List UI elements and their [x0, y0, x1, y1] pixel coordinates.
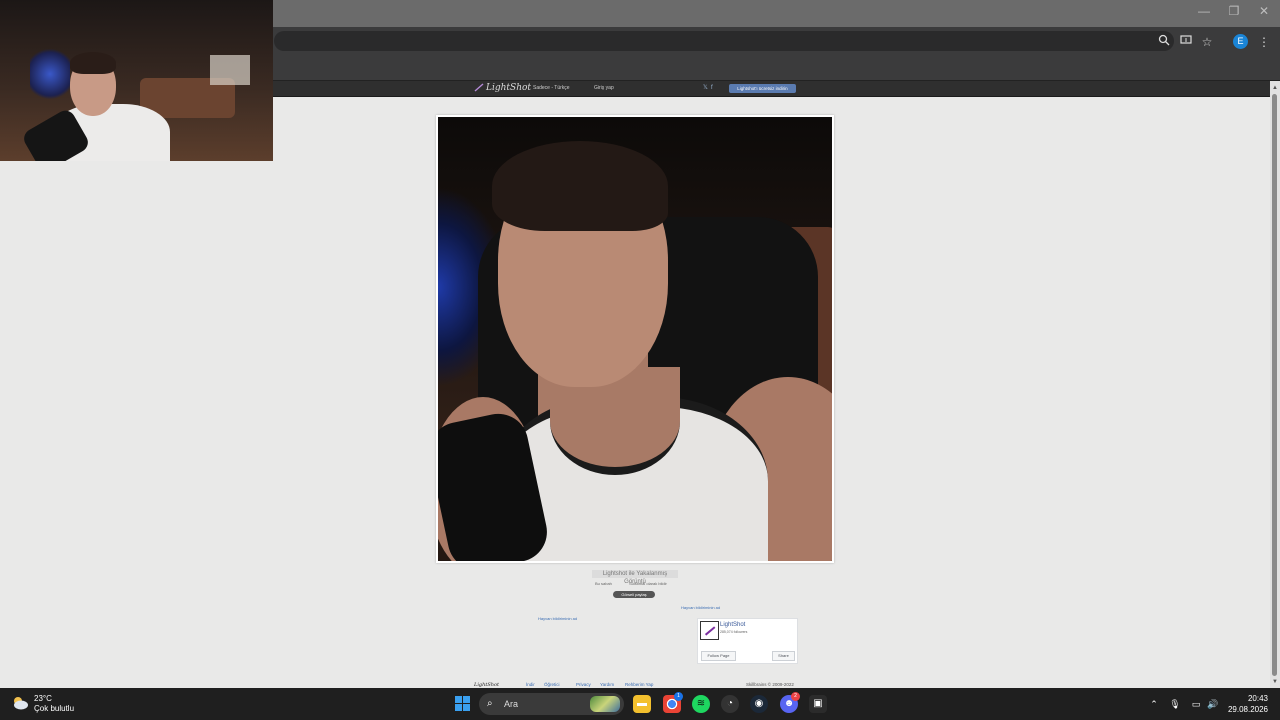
login-link[interactable]: Giriş yap: [594, 84, 614, 92]
lightshot-logo-text: LightShot: [486, 83, 532, 93]
clock-date[interactable]: 29.08.2026: [1224, 705, 1268, 715]
cloudy-weather-icon[interactable]: [11, 696, 29, 710]
feather-icon: [474, 83, 484, 92]
scroll-up-icon[interactable]: ▲: [1271, 84, 1279, 92]
twitter-icon[interactable]: 𝕏: [703, 84, 708, 92]
scroll-down-icon[interactable]: ▼: [1271, 678, 1279, 686]
lightshot-fb-logo-icon[interactable]: [700, 621, 719, 640]
discord-badge: 2: [791, 692, 800, 701]
weather-description[interactable]: Çok bulutlu: [34, 704, 74, 714]
screenshot-image[interactable]: [438, 117, 832, 561]
windows-start-icon[interactable]: [455, 696, 471, 712]
lightshot-logo[interactable]: LightShot: [474, 82, 531, 95]
restore-button[interactable]: ❐: [1220, 4, 1248, 18]
fb-share-button[interactable]: Share: [772, 651, 795, 661]
menu-icon[interactable]: ⋮: [1256, 34, 1272, 50]
fb-follow-button[interactable]: Follow Page: [701, 651, 736, 661]
profile-avatar[interactable]: E: [1233, 34, 1248, 49]
steam-icon[interactable]: ◉: [750, 695, 768, 713]
ad-link-left[interactable]: Hayvan bildiriminin ad: [538, 616, 577, 622]
microphone-icon[interactable]: 🎙: [1169, 698, 1181, 710]
app-icon[interactable]: ▣: [809, 695, 827, 713]
install-app-icon[interactable]: [1178, 34, 1194, 50]
screenshot-date: Bu sabah: [595, 581, 612, 586]
close-window-button[interactable]: ✕: [1250, 4, 1278, 18]
bookmark-star-icon[interactable]: ☆: [1199, 34, 1215, 50]
language-selector[interactable]: Sadece - Türkçe: [533, 84, 570, 92]
webcam-overlay: [0, 0, 273, 161]
screenshot-caption: Lightshot ile Yakalanmış Görüntü: [592, 570, 678, 585]
address-bar[interactable]: [274, 31, 1174, 51]
weather-temperature[interactable]: 23°C: [34, 694, 52, 704]
file-explorer-icon[interactable]: ▬: [633, 695, 651, 713]
clock-time[interactable]: 20:43: [1230, 694, 1268, 704]
media-icon[interactable]: ◔: [721, 695, 739, 713]
volume-icon[interactable]: 🔊: [1207, 698, 1219, 710]
share-image-button[interactable]: Görseli paylaş: [613, 591, 655, 598]
search-highlight-image: [590, 696, 620, 712]
chrome-badge: 1: [674, 692, 683, 701]
fb-page-name[interactable]: LightShot: [720, 622, 745, 629]
minimize-button[interactable]: —: [1190, 4, 1218, 18]
tray-overflow-icon[interactable]: ⌃: [1148, 698, 1160, 710]
ad-link-right[interactable]: Hayvan bildiriminin ad: [681, 605, 720, 611]
install-lightshot-button[interactable]: Lightshot'ı ücretsiz indirin: [729, 84, 796, 93]
search-placeholder: Ara: [504, 699, 519, 709]
fb-followers: 285,074 followers: [720, 630, 748, 634]
spotify-icon[interactable]: ≋: [692, 695, 710, 713]
network-icon[interactable]: ▭: [1190, 698, 1202, 710]
scrollbar-thumb[interactable]: [1272, 94, 1277, 676]
search-icon: ⌕: [487, 698, 493, 709]
facebook-icon[interactable]: f: [711, 84, 713, 92]
report-abuse-link[interactable]: Suistimal olarak bildir: [629, 581, 667, 587]
zoom-icon[interactable]: [1156, 34, 1172, 50]
